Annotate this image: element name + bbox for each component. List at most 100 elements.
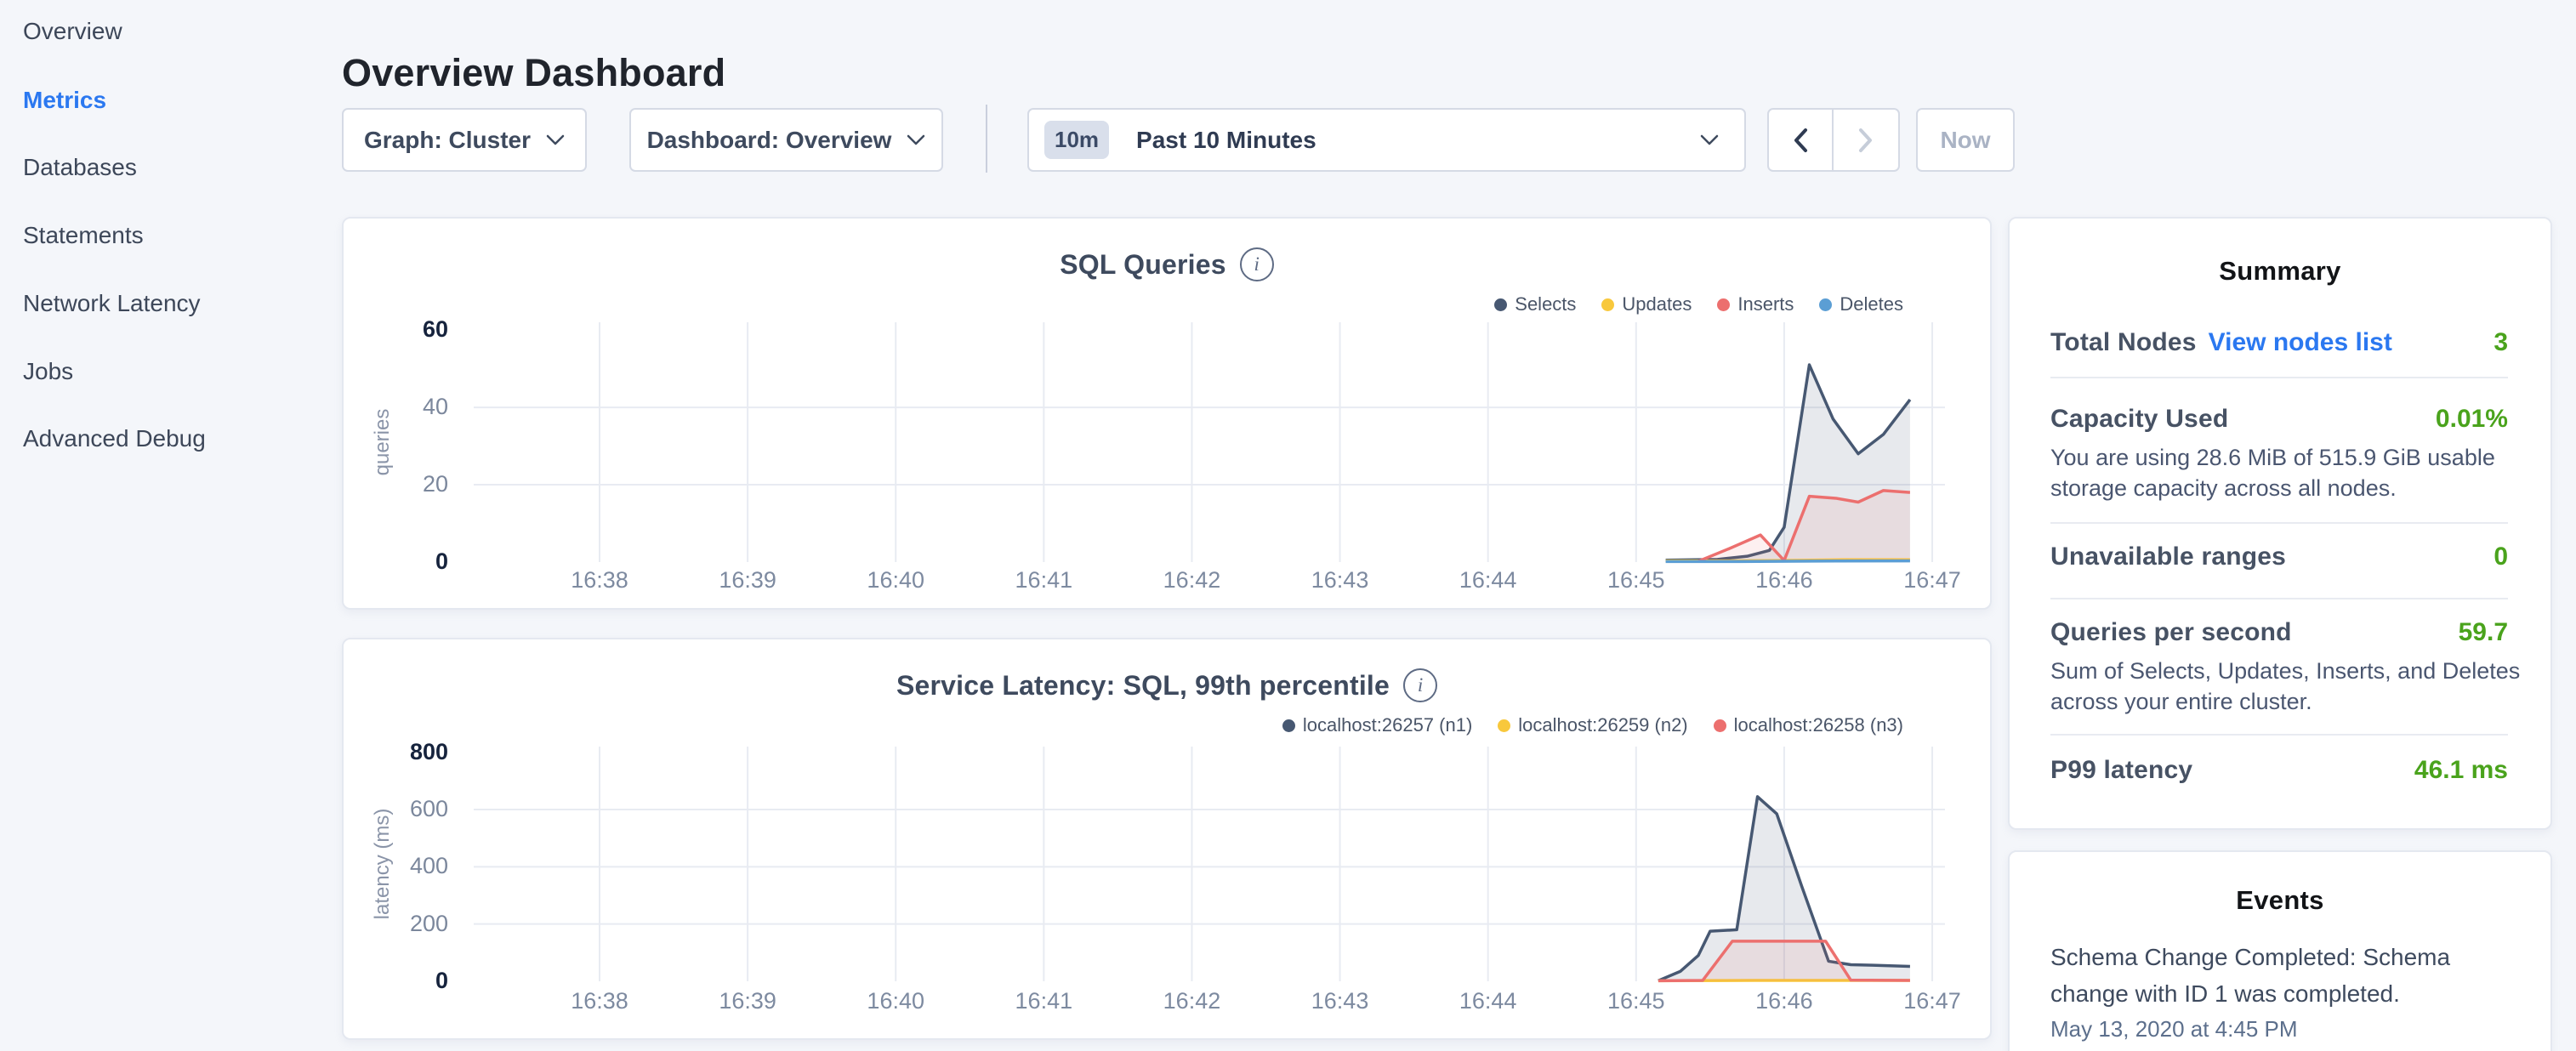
x-axis-tick-label: 16:40	[836, 988, 955, 1014]
sidebar: Overview Metrics Databases Statements Ne…	[0, 0, 340, 1051]
graph-dropdown[interactable]: Graph: Cluster	[342, 108, 587, 172]
x-axis-tick-label: 16:44	[1429, 988, 1548, 1014]
divider	[2050, 734, 2508, 736]
summary-row-p99-latency: P99 latency 46.1 ms	[2050, 756, 2508, 785]
legend-dot-icon	[1498, 719, 1510, 732]
y-axis-unit-label: queries	[371, 357, 395, 527]
legend-dot-icon	[1601, 298, 1614, 311]
time-window-badge: 10m	[1044, 121, 1109, 159]
x-axis-tick-label: 16:47	[1873, 567, 1992, 594]
divider	[2050, 598, 2508, 599]
x-axis-tick-label: 16:43	[1281, 567, 1400, 594]
summary-panel: Summary Total Nodes View nodes list 3 Ca…	[2008, 217, 2552, 830]
legend-dot-icon	[1819, 298, 1832, 311]
step-back-button[interactable]	[1769, 110, 1834, 170]
x-axis-tick-label: 16:45	[1577, 567, 1696, 594]
chevron-left-icon	[1793, 128, 1808, 153]
summary-row-label: Queries per second	[2050, 618, 2292, 647]
divider	[2050, 522, 2508, 524]
y-axis-tick-label: 0	[338, 548, 448, 575]
summary-row-value: 0	[2494, 543, 2508, 571]
chevron-down-icon	[1700, 134, 1719, 145]
summary-row-label: P99 latency	[2050, 756, 2192, 785]
legend-item[interactable]: localhost:26257 (n1)	[1282, 714, 1472, 736]
x-axis-tick-label: 16:39	[688, 988, 807, 1014]
summary-row-total-nodes: Total Nodes View nodes list 3	[2050, 328, 2508, 357]
time-window-selector[interactable]: 10m Past 10 Minutes	[1027, 108, 1746, 172]
chart-title: SQL Queries	[1060, 249, 1225, 281]
events-title: Events	[2010, 885, 2550, 916]
summary-row-subtext: Sum of Selects, Updates, Inserts, and De…	[2050, 656, 2531, 717]
service-latency-chart-panel: Service Latency: SQL, 99th percentile i …	[342, 638, 1992, 1040]
sidebar-item-network-latency[interactable]: Network Latency	[23, 287, 201, 321]
time-step-buttons	[1767, 108, 1900, 172]
x-axis-tick-label: 16:41	[984, 567, 1103, 594]
summary-row-value: 3	[2494, 328, 2508, 357]
x-axis-tick-label: 16:40	[836, 567, 955, 594]
legend-item[interactable]: Updates	[1601, 293, 1692, 315]
time-window-label: Past 10 Minutes	[1136, 127, 1316, 154]
now-button[interactable]: Now	[1916, 108, 2015, 172]
x-axis-tick-label: 16:46	[1725, 988, 1844, 1014]
chevron-down-icon	[546, 134, 565, 145]
legend-dot-icon	[1714, 719, 1726, 732]
sidebar-item-statements[interactable]: Statements	[23, 219, 144, 253]
chart-title-row: Service Latency: SQL, 99th percentile i	[344, 668, 1990, 702]
summary-row-value: 59.7	[2459, 618, 2508, 647]
legend-dot-icon	[1282, 719, 1295, 732]
x-axis-tick-label: 16:43	[1281, 988, 1400, 1014]
legend-dot-icon	[1717, 298, 1730, 311]
app-screen: Overview Metrics Databases Statements Ne…	[0, 0, 2576, 1051]
chevron-down-icon	[907, 134, 925, 145]
summary-row-value: 46.1 ms	[2414, 756, 2508, 785]
dashboard-dropdown-label: Dashboard: Overview	[647, 127, 892, 154]
dashboard-dropdown[interactable]: Dashboard: Overview	[629, 108, 943, 172]
legend-dot-icon	[1494, 298, 1507, 311]
divider	[2050, 377, 2508, 378]
x-axis-tick-label: 16:38	[540, 988, 659, 1014]
x-axis-tick-label: 16:38	[540, 567, 659, 594]
chevron-right-icon	[1858, 128, 1874, 153]
y-axis-tick-label: 60	[338, 316, 448, 343]
sidebar-item-advanced-debug[interactable]: Advanced Debug	[23, 422, 206, 456]
y-axis-tick-label: 0	[338, 968, 448, 994]
y-axis-unit-label: latency (ms)	[371, 779, 395, 949]
sidebar-item-overview[interactable]: Overview	[23, 14, 122, 48]
y-axis-tick-label: 800	[338, 739, 448, 765]
x-axis-tick-label: 16:39	[688, 567, 807, 594]
chart-legend: Selects Updates Inserts Deletes	[1494, 293, 1903, 315]
toolbar-divider	[986, 105, 987, 173]
summary-row-value: 0.01%	[2436, 405, 2508, 434]
now-button-label: Now	[1940, 127, 1990, 154]
plot-area	[474, 747, 1945, 984]
summary-row-subtext: You are using 28.6 MiB of 515.9 GiB usab…	[2050, 442, 2531, 503]
sidebar-item-databases[interactable]: Databases	[23, 151, 137, 185]
sql-queries-chart-panel: SQL Queries i Selects Updates Inserts Delet…	[342, 217, 1992, 610]
x-axis-tick-label: 16:46	[1725, 567, 1844, 594]
events-panel: Events Schema Change Completed: Schema c…	[2008, 850, 2552, 1051]
plot-area	[474, 322, 1945, 565]
summary-title: Summary	[2010, 256, 2550, 287]
x-axis-tick-label: 16:44	[1429, 567, 1548, 594]
graph-dropdown-label: Graph: Cluster	[364, 127, 531, 154]
sidebar-item-metrics[interactable]: Metrics	[23, 83, 106, 117]
sidebar-item-jobs[interactable]: Jobs	[23, 355, 73, 389]
legend-item[interactable]: Inserts	[1717, 293, 1794, 315]
legend-item[interactable]: Deletes	[1819, 293, 1903, 315]
view-nodes-list-link[interactable]: View nodes list	[2209, 328, 2392, 357]
x-axis-tick-label: 16:42	[1132, 988, 1251, 1014]
x-axis-tick-label: 16:41	[984, 988, 1103, 1014]
legend-item[interactable]: localhost:26259 (n2)	[1498, 714, 1687, 736]
summary-row-unavailable-ranges: Unavailable ranges 0	[2050, 543, 2508, 571]
event-message[interactable]: Schema Change Completed: Schema change w…	[2050, 939, 2527, 1012]
info-icon[interactable]: i	[1240, 247, 1274, 281]
info-icon[interactable]: i	[1403, 668, 1437, 702]
page-title: Overview Dashboard	[342, 51, 725, 95]
step-forward-button[interactable]	[1834, 110, 1898, 170]
legend-item[interactable]: Selects	[1494, 293, 1576, 315]
chart-title: Service Latency: SQL, 99th percentile	[896, 670, 1390, 702]
x-axis-tick-label: 16:45	[1577, 988, 1696, 1014]
legend-item[interactable]: localhost:26258 (n3)	[1714, 714, 1903, 736]
summary-row-label: Capacity Used	[2050, 405, 2228, 434]
summary-row-queries-per-second: Queries per second 59.7	[2050, 618, 2508, 647]
